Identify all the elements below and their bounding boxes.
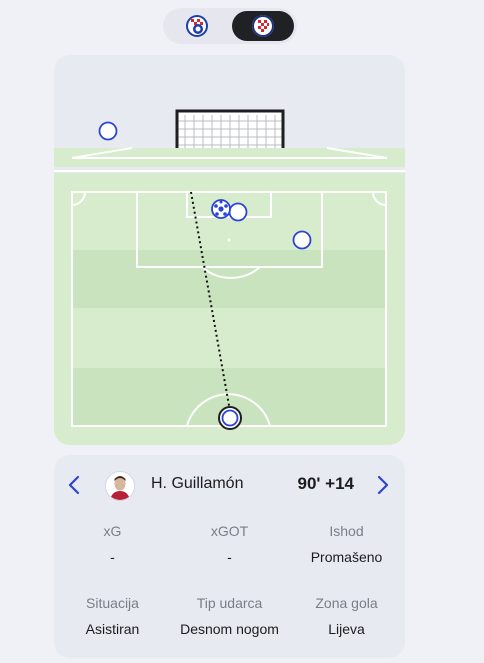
next-shot-button[interactable] [373,473,393,497]
shot-map-pitch [54,55,405,445]
previous-shot-button[interactable] [64,473,84,497]
dinamo-zagreb-crest-icon [186,15,208,37]
stat-label: Zona gola [315,595,378,611]
player-marker [292,230,312,250]
chevron-left-icon [68,475,80,495]
stat-label: Situacija [86,595,139,611]
away-team-button[interactable] [232,11,294,41]
stat-label: xGOT [210,523,249,539]
shooter-marker[interactable] [218,406,242,430]
team-toggle [163,8,297,44]
home-team-button[interactable] [166,11,228,41]
hajduk-split-crest-icon [252,15,274,37]
stat-label: xG [103,523,122,539]
chevron-right-icon [377,475,389,495]
player-name[interactable]: H. Guillamón [151,475,243,493]
shot-info-card: H. Guillamón 90' +14 xG - xGOT - Ishod P… [54,455,405,658]
stat-label: Tip udarca [196,595,263,611]
player-avatar [105,471,135,501]
player-marker [228,202,248,222]
stat-goal-zone: Zona gola Lijeva [288,595,405,637]
stat-value: - [227,549,232,565]
pitch-drawing [54,109,405,445]
stat-value: Promašeno [310,549,383,565]
stat-shot-type: Tip udarca Desnom nogom [171,595,288,637]
player-photo [106,472,134,500]
stat-outcome: Ishod Promašeno [288,523,405,565]
stat-xgot: xGOT - [171,523,288,565]
stat-label: Ishod [329,523,364,539]
stat-value: Desnom nogom [180,621,279,637]
player-marker [98,121,118,141]
shot-time: 90' +14 [297,474,354,493]
stat-xg: xG - [54,523,171,565]
stat-value: Asistiran [85,621,140,637]
football-icon [211,199,231,219]
stat-value: - [110,549,115,565]
stat-situation: Situacija Asistiran [54,595,171,637]
stat-value: Lijeva [328,621,365,637]
goal [175,109,285,148]
